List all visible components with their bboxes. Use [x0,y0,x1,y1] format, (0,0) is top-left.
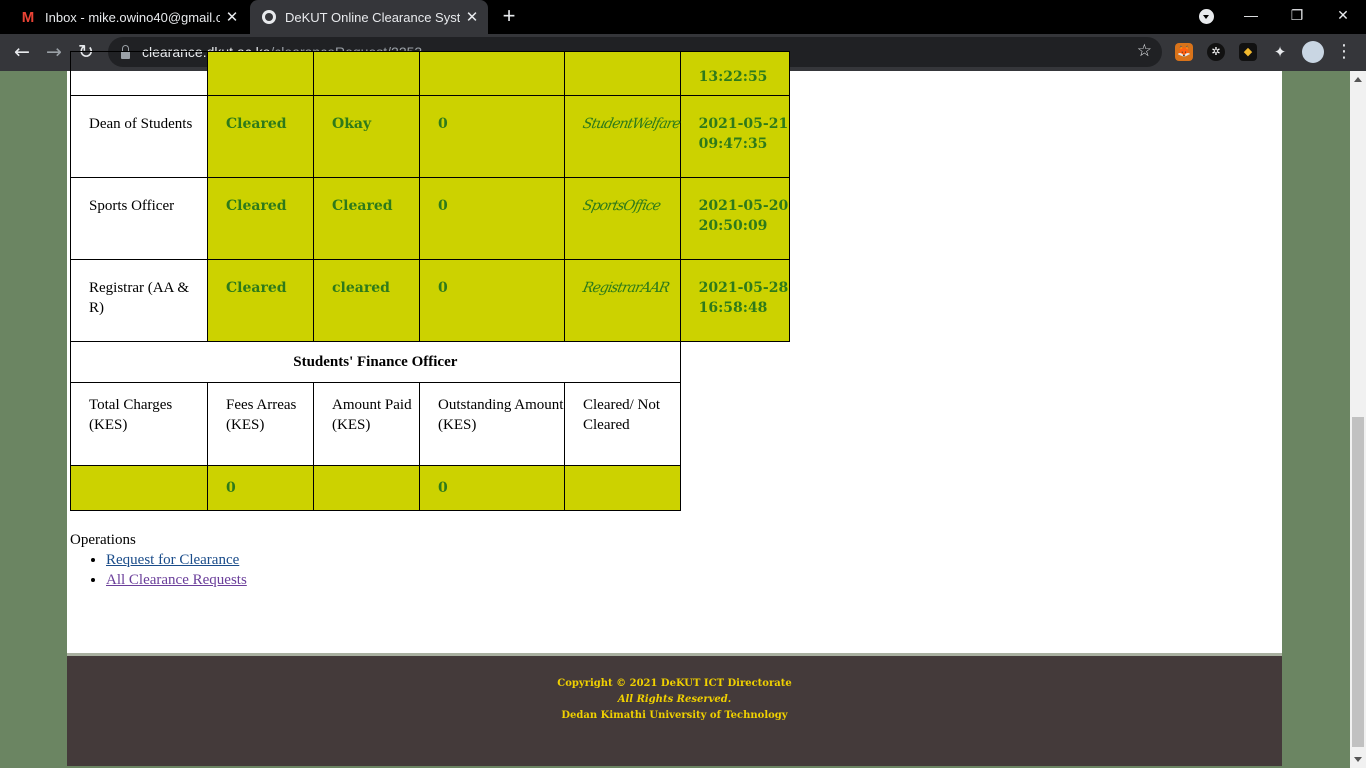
list-item: All Clearance Requests [106,570,247,590]
close-tab-icon[interactable]: ✕ [220,8,244,26]
column-header: Total Charges (KES) [89,397,173,433]
gmail-icon: M [21,8,35,26]
operations-label: Operations [70,532,136,548]
request-clearance-link[interactable]: Request for Clearance [106,552,239,568]
amount-cell: 0 [438,198,448,214]
footer: Copyright © 2021 DeKUT ICT Directorate A… [67,656,1282,766]
extension-icon[interactable]: ✲ [1207,43,1225,61]
cleared-status-value [565,466,680,478]
tab-title: DeKUT Online Clearance System [285,9,460,25]
amount-cell: 0 [438,116,448,132]
status-cell: Cleared [226,280,287,296]
table-row: Dean of Students Cleared Okay 0 StudentW… [70,95,790,178]
comment-cell: cleared [332,280,390,296]
table-row: Registrar (AA & R) Cleared cleared 0 Reg… [70,259,790,342]
footer-university: Dedan Kimathi University of Technology [561,710,788,721]
timestamp-cell: 2021-05-21 09:47:35 [698,116,789,152]
operations-section: Operations Request for Clearance All Cle… [70,530,247,590]
timestamp-cell: 13:22:55 [698,69,768,85]
scroll-up-arrow-icon[interactable] [1350,71,1366,88]
timestamp-cell: 2021-05-20 20:50:09 [698,198,789,234]
timestamp-cell: 2021-05-28 16:58:48 [698,280,789,316]
finance-values-row: 0 0 [70,465,790,511]
fees-arrears-value: 0 [226,480,236,496]
tab-gmail-inbox[interactable]: M Inbox - mike.owino40@gmail.com ✕ [8,0,248,34]
restore-button[interactable]: ❐ [1274,0,1320,32]
list-item: Request for Clearance [106,550,247,570]
kebab-menu-icon[interactable]: ⋮ [1334,38,1354,66]
department-cell: Registrar (AA & R) [89,280,189,316]
operations-list: Request for Clearance All Clearance Requ… [70,550,247,590]
tab-strip: M Inbox - mike.owino40@gmail.com ✕ DeKUT… [0,0,1366,34]
comment-cell: Cleared [332,198,393,214]
column-header: Amount Paid (KES) [332,397,412,433]
forward-button[interactable]: → [40,38,68,66]
comment-cell: Okay [332,116,372,132]
close-window-button[interactable]: ✕ [1320,0,1366,32]
signature-cell: SportsOffice [581,198,662,214]
scroll-down-arrow-icon[interactable] [1350,751,1366,768]
close-tab-icon[interactable]: ✕ [460,8,484,26]
finance-section-row: Students' Finance Officer [70,341,790,383]
profile-avatar[interactable] [1302,41,1324,63]
binance-extension-icon[interactable]: ◆ [1239,43,1257,61]
footer-copyright: Copyright © 2021 DeKUT ICT Directorate [557,678,792,689]
total-charges-value [71,466,207,478]
amount-paid-value [314,466,419,478]
finance-header-row: Total Charges (KES) Fees Arreas (KES) Am… [70,382,790,466]
finance-section-heading: Students' Finance Officer [293,354,458,370]
vertical-scrollbar[interactable] [1350,71,1366,768]
signature-cell: RegistrarAAR [581,280,671,296]
department-cell: Dean of Students [89,116,193,132]
back-button[interactable]: ← [8,38,36,66]
extensions-puzzle-icon[interactable]: ✦ [1271,43,1289,61]
signature-cell: StudentWelfare [581,116,682,132]
new-tab-button[interactable]: + [496,5,522,29]
column-header: Fees Arreas (KES) [226,397,297,433]
globe-icon [262,10,276,24]
column-header: Cleared/ Not Cleared [583,397,661,433]
table-row: Sports Officer Cleared Cleared 0 SportsO… [70,177,790,260]
table-row: 13:22:55 [70,51,790,96]
outstanding-amount-value: 0 [438,480,448,496]
scrollbar-thumb[interactable] [1352,417,1364,747]
minimize-button[interactable]: — [1228,0,1274,32]
all-clearance-requests-link[interactable]: All Clearance Requests [106,572,247,588]
page-content: 13:22:55 Dean of Students Cleared Okay 0… [67,51,1282,653]
bookmark-star-icon[interactable]: ☆ [1137,41,1152,61]
tab-search-icon[interactable] [1199,9,1214,24]
status-cell: Cleared [226,116,287,132]
footer-rights: All Rights Reserved. [617,694,732,705]
metamask-extension-icon[interactable]: 🦊 [1175,43,1193,61]
column-header: Outstanding Amount (KES) [438,397,564,433]
clearance-table: 13:22:55 Dean of Students Cleared Okay 0… [70,51,790,511]
amount-cell: 0 [438,280,448,296]
department-cell: Sports Officer [89,198,175,214]
tab-clearance-system[interactable]: DeKUT Online Clearance System ✕ [250,0,488,34]
tab-title: Inbox - mike.owino40@gmail.com [45,9,220,25]
status-cell: Cleared [226,198,287,214]
